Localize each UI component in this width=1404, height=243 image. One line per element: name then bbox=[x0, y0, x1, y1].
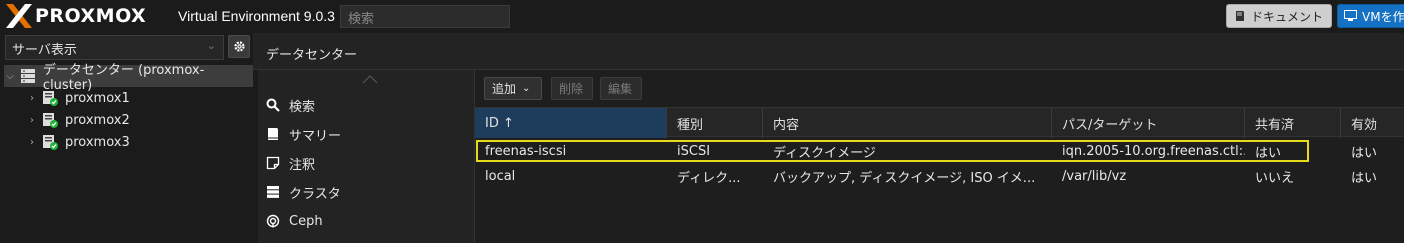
column-shared-label: 共有済 bbox=[1255, 117, 1295, 133]
column-content-label: 内容 bbox=[773, 117, 800, 133]
nav-item-label: クラスタ bbox=[289, 186, 341, 202]
column-type-label: 種別 bbox=[677, 117, 704, 133]
create-vm-label: VMを作 bbox=[1362, 9, 1404, 24]
page-title: データセンター bbox=[266, 48, 358, 63]
column-id[interactable]: ID ↑ bbox=[475, 108, 667, 138]
cell-type: ディレク... bbox=[677, 170, 741, 186]
add-button-label: 追加 bbox=[492, 82, 517, 96]
cell-enabled: はい bbox=[1351, 170, 1378, 186]
resource-tree: ⌵ データセンター (proxmox-cluster) › proxmox1 ›… bbox=[4, 63, 253, 153]
edit-button[interactable]: 編集 bbox=[600, 77, 642, 100]
nav-item-label: 注釈 bbox=[289, 157, 316, 173]
cell-path: iqn.2005-10.org.freenas.ctl:... bbox=[1062, 143, 1245, 159]
column-enabled[interactable]: 有効 bbox=[1341, 108, 1404, 138]
cell-shared: いいえ bbox=[1255, 170, 1295, 186]
chevron-down-icon: ⌄ bbox=[206, 39, 216, 52]
top-header: PROXMOX Virtual Environment 9.0.3 検索 ドキュ… bbox=[0, 0, 1404, 33]
book-icon bbox=[268, 128, 278, 140]
tree-settings-button[interactable] bbox=[228, 35, 250, 58]
chevron-right-icon[interactable]: › bbox=[26, 93, 38, 104]
datacenter-nav: 検索 サマリー 注釈 クラスタ Ceph bbox=[258, 70, 474, 243]
cell-content: ディスクイメージ bbox=[773, 145, 876, 161]
storage-panel: 追加 ⌄ 削除 編集 ID ↑ 種別 内容 パス/ターゲット 共有済 有効 fr bbox=[474, 70, 1404, 243]
table-row[interactable]: freenas-iscsi iSCSI ディスクイメージ iqn.2005-10… bbox=[475, 139, 1404, 163]
chevron-right-icon[interactable]: › bbox=[26, 137, 38, 148]
monitor-icon bbox=[1344, 10, 1357, 21]
table-row[interactable]: local ディレク... バックアップ, ディスクイメージ, ISO イメ..… bbox=[475, 164, 1404, 188]
node-online-icon bbox=[42, 90, 58, 106]
storage-grid-header: ID ↑ 種別 内容 パス/ターゲット 共有済 有効 bbox=[475, 107, 1404, 138]
ceph-icon bbox=[266, 214, 280, 228]
column-path-target[interactable]: パス/ターゲット bbox=[1052, 108, 1245, 138]
nav-item-label: サマリー bbox=[289, 128, 342, 144]
search-input[interactable]: 検索 bbox=[340, 5, 510, 28]
nav-item-label: 検索 bbox=[289, 99, 316, 115]
tree-node-label: proxmox3 bbox=[65, 134, 130, 150]
column-type[interactable]: 種別 bbox=[667, 108, 763, 138]
cell-enabled: はい bbox=[1351, 145, 1378, 161]
tree-node-proxmox2[interactable]: › proxmox2 bbox=[4, 109, 253, 131]
add-button[interactable]: 追加 ⌄ bbox=[484, 77, 542, 100]
view-select[interactable]: サーバ表示 ⌄ bbox=[5, 35, 224, 60]
column-shared[interactable]: 共有済 bbox=[1245, 108, 1341, 138]
remove-button[interactable]: 削除 bbox=[551, 77, 593, 100]
chevron-down-icon[interactable]: ⌵ bbox=[4, 71, 16, 82]
documentation-label: ドキュメント bbox=[1251, 9, 1324, 24]
node-online-icon bbox=[42, 112, 58, 128]
tree-node-label: proxmox2 bbox=[65, 112, 130, 128]
proxmox-x-icon bbox=[6, 4, 32, 28]
note-icon bbox=[266, 156, 280, 170]
nav-item-summary[interactable]: サマリー bbox=[266, 123, 341, 145]
column-enabled-label: 有効 bbox=[1351, 117, 1378, 133]
scroll-up-icon[interactable] bbox=[362, 74, 378, 84]
search-icon bbox=[266, 98, 280, 112]
chevron-right-icon[interactable]: › bbox=[26, 115, 38, 126]
tree-node-label: proxmox1 bbox=[65, 90, 130, 106]
nav-item-ceph[interactable]: Ceph bbox=[266, 210, 323, 232]
cell-id: freenas-iscsi bbox=[485, 143, 567, 159]
cell-id: local bbox=[485, 168, 516, 184]
remove-button-label: 削除 bbox=[559, 82, 584, 96]
version-label: Virtual Environment 9.0.3 bbox=[178, 8, 335, 24]
cell-shared: はい bbox=[1255, 145, 1282, 161]
documentation-button[interactable]: ドキュメント bbox=[1226, 4, 1332, 28]
edit-button-label: 編集 bbox=[608, 82, 633, 96]
resource-tree-panel: サーバ表示 ⌄ ⌵ データセンター (proxmox-cluster) › pr… bbox=[0, 33, 253, 243]
tree-node-proxmox3[interactable]: › proxmox3 bbox=[4, 131, 253, 153]
chevron-down-icon: ⌄ bbox=[522, 83, 531, 94]
tree-datacenter[interactable]: ⌵ データセンター (proxmox-cluster) bbox=[4, 63, 253, 93]
column-id-label: ID ↑ bbox=[485, 115, 514, 131]
nav-item-notes[interactable]: 注釈 bbox=[266, 152, 315, 174]
nav-item-cluster[interactable]: クラスタ bbox=[266, 181, 341, 203]
view-select-value: サーバ表示 bbox=[12, 43, 77, 58]
node-online-icon bbox=[42, 134, 58, 150]
datacenter-icon bbox=[20, 69, 35, 83]
create-vm-button[interactable]: VMを作 bbox=[1337, 4, 1404, 28]
tree-node-proxmox1[interactable]: › proxmox1 bbox=[4, 87, 253, 109]
panel-header: データセンター bbox=[253, 33, 1404, 70]
nav-item-label: Ceph bbox=[289, 213, 323, 229]
storage-toolbar: 追加 ⌄ 削除 編集 bbox=[475, 70, 1404, 107]
gear-icon bbox=[233, 41, 245, 52]
logo-text: PROXMOX bbox=[35, 5, 147, 27]
cell-path: /var/lib/vz bbox=[1062, 168, 1127, 184]
column-content[interactable]: 内容 bbox=[763, 108, 1052, 138]
proxmox-logo: PROXMOX bbox=[4, 3, 146, 29]
cell-content: バックアップ, ディスクイメージ, ISO イメ... bbox=[773, 170, 1036, 186]
server-icon bbox=[267, 186, 279, 198]
nav-item-search[interactable]: 検索 bbox=[266, 94, 315, 116]
column-path-target-label: パス/ターゲット bbox=[1062, 117, 1158, 133]
cell-type: iSCSI bbox=[677, 143, 711, 159]
book-icon bbox=[1236, 11, 1244, 21]
